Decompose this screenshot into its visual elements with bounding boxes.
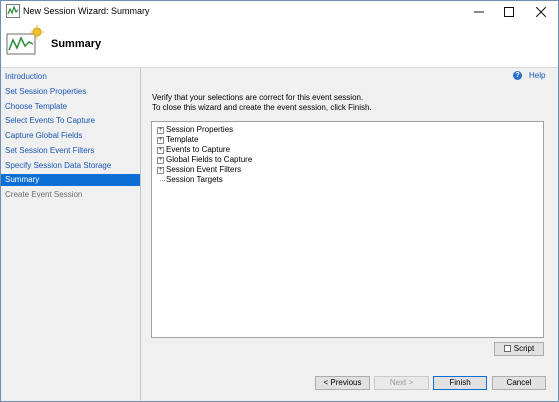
tree-node-label: Session Properties [166, 125, 234, 134]
nav-item-specify-session-data-storage[interactable]: Specify Session Data Storage [1, 160, 140, 172]
tree-node-label: Session Event Filters [166, 165, 242, 174]
help-link[interactable]: Help [529, 71, 545, 80]
tree-connector [160, 180, 165, 181]
close-button[interactable] [526, 1, 556, 22]
wizard-header: Summary [1, 22, 558, 68]
script-button[interactable]: Script [494, 342, 544, 356]
maximize-icon [504, 6, 514, 17]
app-icon [6, 4, 20, 18]
expand-icon[interactable]: + [157, 167, 164, 174]
finish-button[interactable]: Finish [433, 376, 487, 390]
help-icon[interactable]: ? [513, 71, 522, 80]
nav-item-capture-global-fields[interactable]: Capture Global Fields [1, 130, 140, 142]
close-icon [536, 6, 546, 17]
script-button-label: Script [513, 344, 535, 353]
instruction-text-line2: To close this wizard and create the even… [152, 103, 372, 112]
instruction-text-line1: Verify that your selections are correct … [152, 93, 364, 102]
tree-node-label: Global Fields to Capture [166, 155, 253, 164]
minimize-icon [474, 11, 484, 12]
wizard-window: New Session Wizard: Summary Summary Intr… [0, 0, 559, 402]
minimize-button[interactable] [464, 1, 494, 22]
tree-node-label: Template [166, 135, 199, 144]
tree-node-label: Events to Capture [166, 145, 231, 154]
wizard-steps-nav: Introduction Set Session Properties Choo… [1, 68, 141, 401]
window-title: New Session Wizard: Summary [23, 6, 150, 16]
nav-item-choose-template[interactable]: Choose Template [1, 101, 140, 113]
nav-item-summary[interactable]: Summary [1, 174, 140, 186]
previous-button[interactable]: < Previous [315, 376, 370, 390]
nav-item-select-events[interactable]: Select Events To Capture [1, 115, 140, 127]
expand-icon[interactable]: + [157, 157, 164, 164]
summary-tree[interactable]: + Session Properties + Template + Events… [151, 121, 544, 338]
maximize-button[interactable] [494, 1, 524, 22]
title-bar: New Session Wizard: Summary [1, 1, 558, 22]
expand-icon[interactable]: + [157, 137, 164, 144]
expand-icon[interactable]: + [157, 147, 164, 154]
expand-icon[interactable]: + [157, 127, 164, 134]
cancel-button[interactable]: Cancel [492, 376, 546, 390]
nav-item-create-event-session: Create Event Session [5, 190, 83, 199]
script-icon [503, 345, 511, 352]
nav-item-set-session-properties[interactable]: Set Session Properties [1, 86, 140, 98]
event-session-wizard-icon [6, 25, 44, 55]
nav-item-introduction[interactable]: Introduction [1, 71, 140, 83]
page-title: Summary [51, 38, 102, 50]
nav-item-set-session-event-filters[interactable]: Set Session Event Filters [1, 145, 140, 157]
tree-node-label: Session Targets [166, 175, 223, 184]
next-button: Next > [374, 376, 429, 390]
